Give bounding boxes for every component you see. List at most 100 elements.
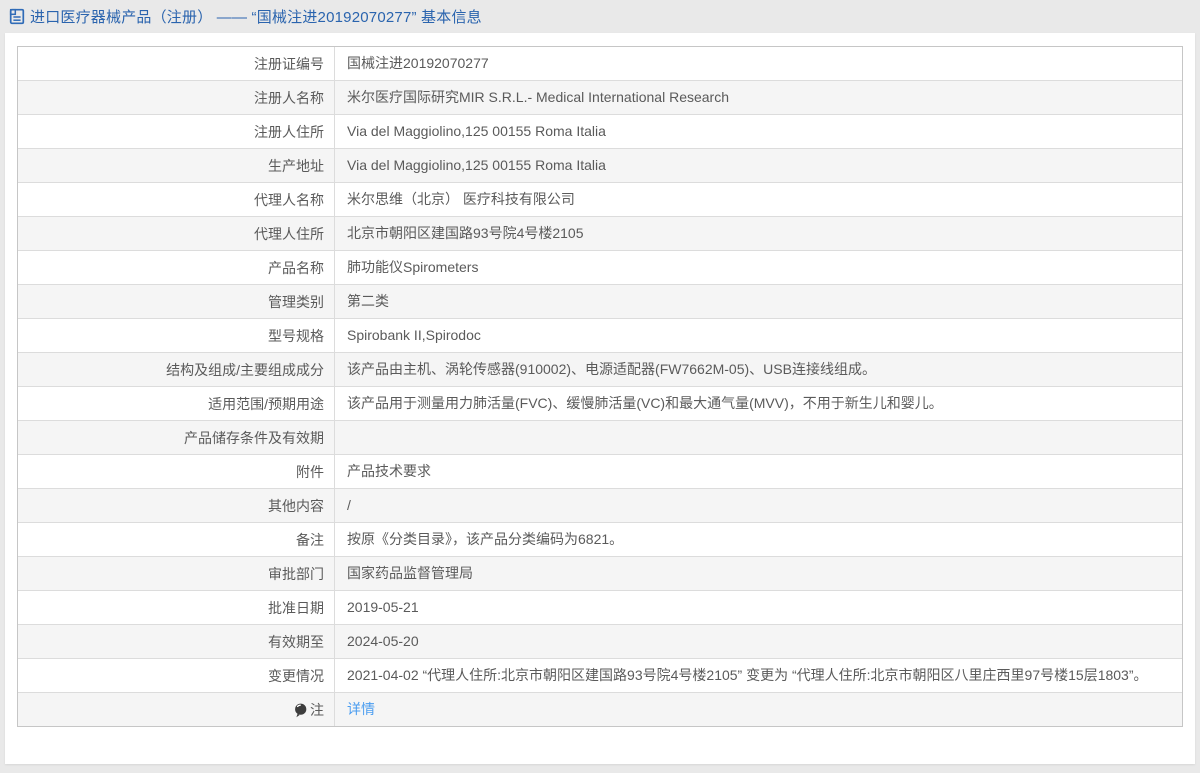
row-value: 2024-05-20 <box>347 633 419 649</box>
table-row: 批准日期 2019-05-21 <box>18 590 1182 624</box>
row-label-cell: 备注 <box>18 523 335 556</box>
table-row: 型号规格 Spirobank II,Spirodoc <box>18 318 1182 352</box>
row-value-cell: / <box>335 489 1182 522</box>
row-label: 型号规格 <box>268 327 324 344</box>
row-value-cell: Via del Maggiolino,125 00155 Roma Italia <box>335 115 1182 148</box>
row-label-cell: 代理人住所 <box>18 217 335 250</box>
table-row: 注册人名称 米尔医疗国际研究MIR S.R.L.- Medical Intern… <box>18 80 1182 114</box>
row-label: 有效期至 <box>268 633 324 650</box>
row-label: 注册证编号 <box>254 55 324 72</box>
row-label-cell: 注 <box>18 693 335 726</box>
row-value-cell: 该产品由主机、涡轮传感器(910002)、电源适配器(FW7662M-05)、U… <box>335 353 1182 386</box>
row-label: 注 <box>310 701 324 718</box>
row-value-cell: Spirobank II,Spirodoc <box>335 319 1182 352</box>
row-value-cell: 米尔思维（北京） 医疗科技有限公司 <box>335 183 1182 216</box>
row-label: 产品名称 <box>268 259 324 276</box>
row-label: 审批部门 <box>268 565 324 582</box>
content-panel: 注册证编号 国械注进20192070277 注册人名称 米尔医疗国际研究MIR … <box>5 33 1195 764</box>
row-label: 代理人住所 <box>254 225 324 242</box>
table-row: 其他内容 / <box>18 488 1182 522</box>
note-icon <box>294 703 307 718</box>
row-value-cell: 按原《分类目录》，该产品分类编码为6821。 <box>335 523 1182 556</box>
row-value-cell: Via del Maggiolino,125 00155 Roma Italia <box>335 149 1182 182</box>
row-value-cell: 2021-04-02 “代理人住所:北京市朝阳区建国路93号院4号楼2105” … <box>335 659 1182 692</box>
row-value: 第二类 <box>347 293 389 309</box>
page-header: 进口医疗器械产品（注册） —— “国械注进20192070277” 基本信息 <box>0 0 1200 33</box>
row-value: 按原《分类目录》，该产品分类编码为6821。 <box>347 531 624 547</box>
table-row: 审批部门 国家药品监督管理局 <box>18 556 1182 590</box>
table-row: 注 详情 <box>18 692 1182 726</box>
row-label: 批准日期 <box>268 599 324 616</box>
row-label: 管理类别 <box>268 293 324 310</box>
table-row: 注册证编号 国械注进20192070277 <box>18 47 1182 80</box>
row-label-cell: 代理人名称 <box>18 183 335 216</box>
row-value: 北京市朝阳区建国路93号院4号楼2105 <box>347 225 584 241</box>
registration-info-table: 注册证编号 国械注进20192070277 注册人名称 米尔医疗国际研究MIR … <box>17 46 1183 727</box>
row-label: 注册人名称 <box>254 89 324 106</box>
row-value: 米尔思维（北京） 医疗科技有限公司 <box>347 191 575 207</box>
row-value: 产品技术要求 <box>347 463 431 479</box>
row-value: 国械注进20192070277 <box>347 55 489 71</box>
table-row: 有效期至 2024-05-20 <box>18 624 1182 658</box>
row-value-cell: 产品技术要求 <box>335 455 1182 488</box>
detail-link[interactable]: 详情 <box>347 697 375 722</box>
row-value: Via del Maggiolino,125 00155 Roma Italia <box>347 123 606 139</box>
row-label-cell: 管理类别 <box>18 285 335 318</box>
row-label-cell: 审批部门 <box>18 557 335 590</box>
table-row: 适用范围/预期用途 该产品用于测量用力肺活量(FVC)、缓慢肺活量(VC)和最大… <box>18 386 1182 420</box>
row-value: / <box>347 497 351 513</box>
row-value: 国家药品监督管理局 <box>347 565 473 581</box>
row-value: 2021-04-02 “代理人住所:北京市朝阳区建国路93号院4号楼2105” … <box>347 667 1148 683</box>
row-value-cell: 该产品用于测量用力肺活量(FVC)、缓慢肺活量(VC)和最大通气量(MVV)，不… <box>335 387 1182 420</box>
row-label: 备注 <box>296 531 324 548</box>
row-value-cell: 第二类 <box>335 285 1182 318</box>
row-value-cell <box>335 421 1182 454</box>
row-label-cell: 型号规格 <box>18 319 335 352</box>
table-row: 代理人名称 米尔思维（北京） 医疗科技有限公司 <box>18 182 1182 216</box>
row-value: Spirobank II,Spirodoc <box>347 327 481 343</box>
row-label-cell: 附件 <box>18 455 335 488</box>
row-value: Via del Maggiolino,125 00155 Roma Italia <box>347 157 606 173</box>
row-label-cell: 注册人住所 <box>18 115 335 148</box>
row-value-cell: 详情 <box>335 693 1182 726</box>
row-value-cell: 肺功能仪Spirometers <box>335 251 1182 284</box>
row-label: 其他内容 <box>268 497 324 514</box>
row-label-cell: 批准日期 <box>18 591 335 624</box>
row-value-cell: 2024-05-20 <box>335 625 1182 658</box>
row-label: 注册人住所 <box>254 123 324 140</box>
document-icon <box>9 8 25 25</box>
row-value-cell: 米尔医疗国际研究MIR S.R.L.- Medical Internationa… <box>335 81 1182 114</box>
row-value: 肺功能仪Spirometers <box>347 259 479 275</box>
row-value: 该产品由主机、涡轮传感器(910002)、电源适配器(FW7662M-05)、U… <box>347 361 876 377</box>
table-row: 变更情况 2021-04-02 “代理人住所:北京市朝阳区建国路93号院4号楼2… <box>18 658 1182 692</box>
row-value-cell: 国家药品监督管理局 <box>335 557 1182 590</box>
table-row: 管理类别 第二类 <box>18 284 1182 318</box>
row-label: 产品储存条件及有效期 <box>184 429 324 446</box>
table-row: 代理人住所 北京市朝阳区建国路93号院4号楼2105 <box>18 216 1182 250</box>
row-label-cell: 有效期至 <box>18 625 335 658</box>
row-label-cell: 注册人名称 <box>18 81 335 114</box>
row-label-cell: 生产地址 <box>18 149 335 182</box>
table-row: 附件 产品技术要求 <box>18 454 1182 488</box>
table-row: 生产地址 Via del Maggiolino,125 00155 Roma I… <box>18 148 1182 182</box>
page-title: 进口医疗器械产品（注册） —— “国械注进20192070277” 基本信息 <box>30 9 482 26</box>
row-label-cell: 适用范围/预期用途 <box>18 387 335 420</box>
row-label: 变更情况 <box>268 667 324 684</box>
row-label-cell: 变更情况 <box>18 659 335 692</box>
row-value: 2019-05-21 <box>347 599 419 615</box>
row-value: 该产品用于测量用力肺活量(FVC)、缓慢肺活量(VC)和最大通气量(MVV)，不… <box>347 395 943 411</box>
row-label: 生产地址 <box>268 157 324 174</box>
table-row: 产品储存条件及有效期 <box>18 420 1182 454</box>
row-label: 适用范围/预期用途 <box>208 395 324 412</box>
table-row: 备注 按原《分类目录》，该产品分类编码为6821。 <box>18 522 1182 556</box>
row-label-cell: 结构及组成/主要组成成分 <box>18 353 335 386</box>
row-value-cell: 国械注进20192070277 <box>335 47 1182 80</box>
row-label-cell: 产品储存条件及有效期 <box>18 421 335 454</box>
row-label-cell: 其他内容 <box>18 489 335 522</box>
row-label: 结构及组成/主要组成成分 <box>166 361 324 378</box>
table-row: 结构及组成/主要组成成分 该产品由主机、涡轮传感器(910002)、电源适配器(… <box>18 352 1182 386</box>
row-label-cell: 产品名称 <box>18 251 335 284</box>
row-value-cell: 2019-05-21 <box>335 591 1182 624</box>
row-value-cell: 北京市朝阳区建国路93号院4号楼2105 <box>335 217 1182 250</box>
table-row: 注册人住所 Via del Maggiolino,125 00155 Roma … <box>18 114 1182 148</box>
